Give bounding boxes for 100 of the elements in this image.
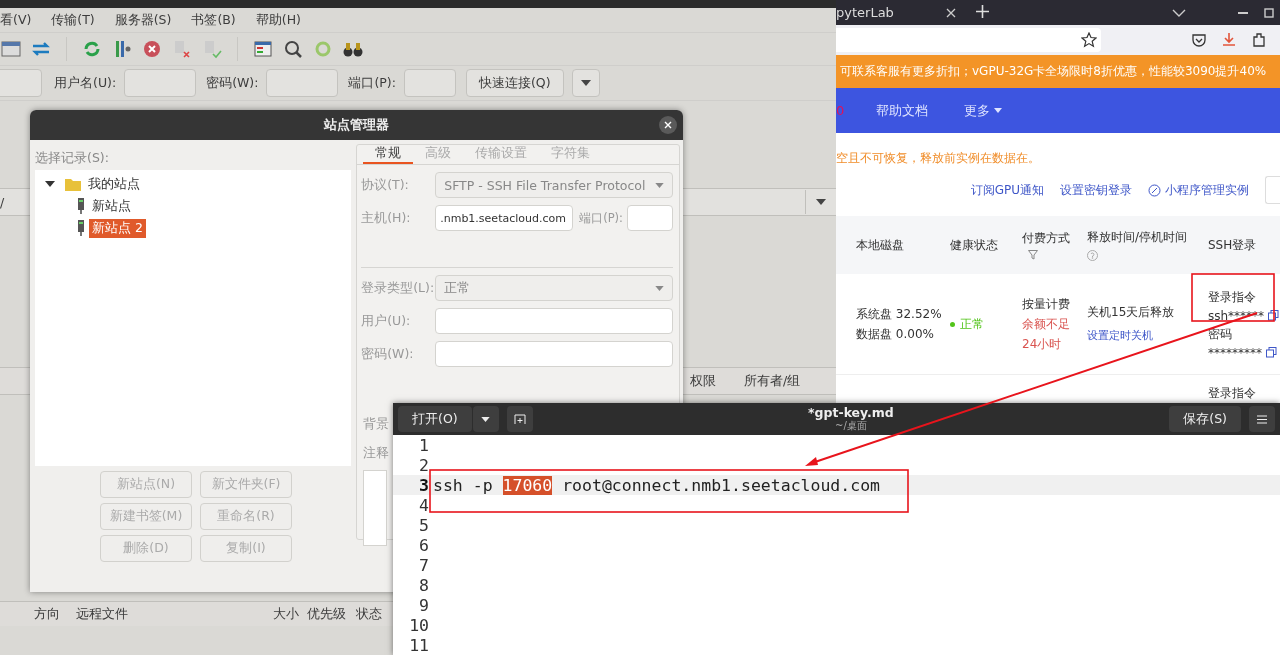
input-field[interactable] bbox=[266, 69, 339, 97]
host-field[interactable]: .nmb1.seetacloud.com bbox=[435, 205, 574, 231]
document-title: *gpt-key.md bbox=[808, 406, 894, 421]
warning-text: 余额不足 bbox=[1022, 315, 1071, 333]
link[interactable]: 设置定时关机 bbox=[1087, 328, 1208, 344]
star-icon[interactable] bbox=[1081, 32, 1097, 48]
tab[interactable]: 常规 bbox=[363, 145, 414, 164]
tree-item[interactable]: 我的站点 bbox=[85, 174, 143, 194]
nav-link[interactable]: 帮助文档 bbox=[876, 101, 928, 120]
line-number: 10 bbox=[408, 615, 430, 635]
caret-icon bbox=[655, 285, 664, 291]
column-header[interactable]: 远程文件 bbox=[76, 605, 128, 623]
menu-item[interactable]: 看(V) bbox=[0, 11, 32, 29]
close-icon[interactable] bbox=[659, 116, 677, 134]
table-cell: ********* bbox=[1208, 345, 1262, 360]
password-field[interactable] bbox=[435, 341, 673, 367]
table-cell-text: 密码 bbox=[1208, 325, 1233, 343]
table-cell-text: 关机15天后释放 bbox=[1087, 304, 1176, 321]
input-field[interactable] bbox=[124, 69, 197, 97]
search-icon[interactable] bbox=[282, 38, 304, 60]
column-header: 付费方式 bbox=[1022, 229, 1071, 247]
browser-tab[interactable]: pyterLab bbox=[836, 5, 894, 20]
warning-text: 24小时 bbox=[1022, 336, 1063, 353]
tree-label: 选择记录(S): bbox=[35, 149, 109, 167]
port-field[interactable] bbox=[627, 205, 673, 231]
pocket-icon[interactable] bbox=[1191, 32, 1207, 48]
column-header[interactable]: 状态 bbox=[356, 605, 382, 623]
open-button[interactable]: 打开(O) bbox=[398, 406, 472, 432]
list-icon[interactable] bbox=[252, 38, 274, 60]
copy-icon[interactable] bbox=[1268, 310, 1280, 321]
field-label: 背景 bbox=[363, 416, 390, 433]
server-icon bbox=[77, 198, 85, 214]
dropdown-button[interactable] bbox=[472, 406, 499, 432]
status-text: 正常 bbox=[960, 315, 984, 333]
column-header: 本地磁盘 bbox=[856, 236, 905, 254]
column-header[interactable]: 权限 bbox=[690, 372, 738, 390]
caret-icon bbox=[481, 416, 491, 422]
quickconnect-button[interactable]: 快速连接(Q) bbox=[465, 69, 564, 97]
comments-field[interactable] bbox=[363, 470, 388, 546]
line-number: 7 bbox=[418, 555, 430, 575]
window-icon[interactable] bbox=[0, 38, 22, 60]
dialog-title: 站点管理器 bbox=[324, 116, 389, 134]
warning-text: 空且不可恢复，释放前实例在数据在。 bbox=[836, 151, 1040, 165]
column-header[interactable]: 方向 bbox=[34, 605, 60, 623]
nav-count: 0 bbox=[836, 103, 846, 118]
field-label: 用户(U): bbox=[361, 312, 412, 330]
user-field[interactable] bbox=[435, 308, 673, 334]
menu-item[interactable]: 传输(T) bbox=[51, 11, 95, 29]
line-number: 11 bbox=[408, 635, 430, 655]
menu-item[interactable]: 服务器(S) bbox=[114, 11, 172, 29]
copy-icon[interactable] bbox=[1266, 347, 1277, 358]
cancel-icon[interactable] bbox=[141, 38, 163, 60]
column-header[interactable]: 所有者/组 bbox=[744, 372, 808, 390]
minimize-icon[interactable] bbox=[1238, 11, 1248, 14]
field-label: 密码(W): bbox=[206, 74, 259, 92]
search-field[interactable] bbox=[1265, 176, 1280, 204]
line-number: 6 bbox=[418, 535, 430, 555]
column-header[interactable]: 优先级 bbox=[307, 605, 346, 623]
table-cell-text: 登录指令 bbox=[1208, 288, 1257, 306]
link[interactable]: 小程序管理实例 bbox=[1165, 181, 1249, 199]
table-cell-text: 按量计费 bbox=[1022, 295, 1071, 312]
host-field[interactable] bbox=[0, 69, 42, 97]
column-header[interactable]: 大小 bbox=[273, 605, 299, 623]
menu-icon bbox=[1257, 414, 1267, 424]
field-label: 端口(P): bbox=[348, 74, 396, 92]
table-cell-text: 系统盘 32.52% bbox=[856, 305, 943, 322]
input-field[interactable] bbox=[403, 69, 456, 97]
field-label: 登录类型(L): bbox=[361, 279, 432, 297]
menu-button[interactable] bbox=[1249, 406, 1275, 432]
tree-item[interactable]: 新站点 bbox=[89, 196, 134, 216]
menu-item[interactable]: 帮助(H) bbox=[255, 11, 301, 29]
menu-item[interactable]: 书签(B) bbox=[191, 11, 236, 29]
save-button[interactable]: 保存(S) bbox=[1169, 406, 1241, 432]
promo-text: 可联系客服有更多折扣；vGPU-32G卡全场限时8折优惠，性能较3090提升40% bbox=[840, 63, 1267, 80]
mini-program-icon bbox=[1148, 183, 1161, 197]
line-number: 2 bbox=[418, 455, 430, 475]
document-path: ~/桌面 bbox=[835, 420, 867, 432]
remote-path: / bbox=[0, 194, 5, 210]
dropdown-button[interactable] bbox=[571, 69, 600, 97]
field-label: 协议(T): bbox=[361, 176, 410, 194]
chevron-down-icon[interactable] bbox=[1172, 8, 1186, 17]
new-tab-button[interactable] bbox=[506, 406, 533, 432]
link[interactable]: 订阅GPU通知 bbox=[970, 181, 1044, 199]
folder-icon bbox=[65, 177, 81, 191]
tree-item[interactable]: 新站点 2 bbox=[89, 218, 146, 238]
nav-menu[interactable]: 更多 bbox=[964, 101, 1002, 120]
expand-arrow-icon[interactable] bbox=[45, 179, 55, 189]
link[interactable]: 设置密钥登录 bbox=[1060, 181, 1132, 199]
filter-icon[interactable] bbox=[1028, 250, 1038, 261]
column-header: 释放时间/停机时间 bbox=[1087, 229, 1189, 246]
table-cell-text: 数据盘 0.00% bbox=[856, 326, 935, 343]
field-label: 注释 bbox=[363, 445, 390, 462]
maximize-icon[interactable] bbox=[1264, 7, 1274, 18]
download-icon[interactable] bbox=[1221, 32, 1237, 48]
caret-icon bbox=[580, 80, 591, 86]
code-line: ssh -p 17060 root@connect.nmb1.seetacloud.com bbox=[433, 475, 881, 495]
puzzle-icon[interactable] bbox=[1251, 32, 1267, 48]
field-label: 主机(H): bbox=[361, 209, 412, 227]
table-cell-text: 登录指令 bbox=[1208, 385, 1257, 402]
line-number: 8 bbox=[418, 575, 430, 595]
